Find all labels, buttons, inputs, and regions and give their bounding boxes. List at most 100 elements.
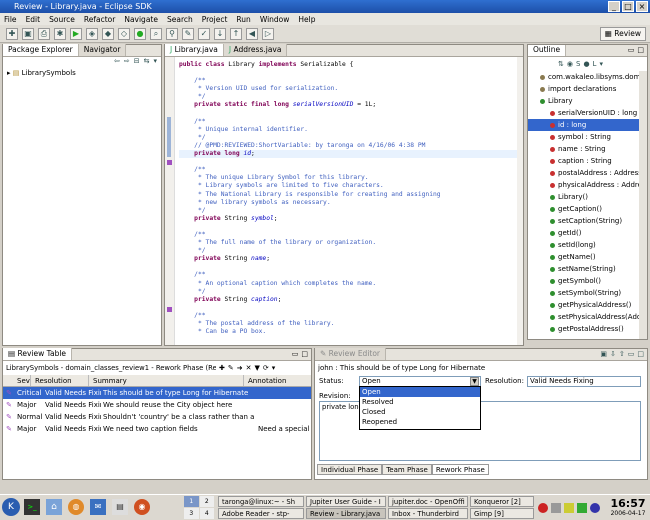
tab-rework-phase[interactable]: Rework Phase [431, 464, 489, 475]
new-class-icon[interactable]: ● [134, 27, 146, 40]
menu-window[interactable]: Window [260, 15, 290, 24]
outline-item[interactable]: caption : String [528, 155, 647, 167]
home-launcher-icon[interactable]: ⌂ [46, 499, 62, 515]
minimize-view-icon[interactable]: ▭ [628, 46, 635, 54]
outline-item[interactable]: getPhysicalAddress() [528, 299, 647, 311]
minimize-button[interactable]: _ [608, 1, 620, 12]
outline-item[interactable]: setId(long) [528, 239, 647, 251]
volume-icon[interactable] [577, 503, 587, 513]
code-line[interactable]: private String caption; [179, 296, 519, 304]
goto-source-icon[interactable]: ➜ [237, 364, 243, 372]
outline-scrollbar[interactable] [639, 71, 647, 339]
menu-edit[interactable]: Edit [26, 15, 41, 24]
code-line[interactable] [179, 158, 519, 166]
tab-review-editor[interactable]: ✎ Review Editor [315, 348, 387, 360]
filter-icon[interactable]: ▼ [255, 364, 260, 372]
link-editor-icon[interactable]: ⇆ [144, 57, 150, 67]
kde-menu-icon[interactable]: K [2, 498, 20, 516]
forward-arrow-icon[interactable]: ⇨ [124, 57, 130, 67]
next-issue-icon[interactable]: ⇩ [610, 350, 616, 358]
code-line[interactable]: */ [179, 134, 519, 142]
battery-icon[interactable] [551, 503, 561, 513]
tab-individual-phase[interactable]: Individual Phase [317, 464, 383, 475]
code-line[interactable]: /** [179, 271, 519, 279]
code-line[interactable]: * The National Library is responsible fo… [179, 191, 519, 199]
task-openoffice[interactable]: jupiter.doc - OpenOffi [388, 496, 468, 507]
outline-item[interactable]: getSymbol() [528, 275, 647, 287]
outline-item[interactable]: Library [528, 95, 647, 107]
code-line[interactable]: private String symbol; [179, 215, 519, 223]
maximize-view-icon[interactable]: □ [301, 350, 308, 358]
workspace-4[interactable]: 4 [199, 508, 214, 519]
debug-icon[interactable]: ✱ [54, 27, 66, 40]
code-line[interactable]: /** [179, 231, 519, 239]
browser2-launcher-icon[interactable]: ◉ [134, 499, 150, 515]
code-line[interactable]: // @PMD:REVIEWED:ShortVariable: by taron… [179, 142, 519, 150]
code-line[interactable] [179, 69, 519, 77]
sort-icon[interactable]: ⇅ [558, 60, 564, 68]
terminal-launcher-icon[interactable]: >_ [24, 499, 40, 515]
code-line[interactable]: /** [179, 312, 519, 320]
column-annotation[interactable]: Annotation [244, 375, 311, 386]
hide-static-icon[interactable]: S [576, 60, 580, 68]
tab-outline[interactable]: Outline [528, 45, 567, 56]
save-review-icon[interactable]: ▣ [600, 350, 607, 358]
code-line[interactable]: * The postal address of the library. [179, 320, 519, 328]
outline-item[interactable]: getName() [528, 251, 647, 263]
delete-issue-icon[interactable]: ✕ [246, 364, 252, 372]
clock[interactable]: 16:57 2006-04-17 [608, 497, 648, 518]
code-line[interactable]: * new library symbols as necessary. [179, 199, 519, 207]
new-java-project-icon[interactable]: ◆ [102, 27, 114, 40]
column-severity[interactable]: Severity [3, 375, 31, 386]
code-line[interactable]: * Unique internal identifier. [179, 126, 519, 134]
task-eclipse-review[interactable]: Review - Library.java [306, 508, 386, 519]
menu-help[interactable]: Help [298, 15, 315, 24]
code-line[interactable]: * Library symbols are limited to five ch… [179, 182, 519, 190]
maximize-view-icon[interactable]: □ [637, 46, 644, 54]
code-line[interactable]: */ [179, 288, 519, 296]
forward-icon[interactable]: ▷ [262, 27, 274, 40]
outline-item[interactable]: symbol : String [528, 131, 647, 143]
status-option-reopened[interactable]: Reopened [360, 417, 480, 427]
outline-item[interactable]: postalAddress : Address [528, 167, 647, 179]
tab-library-java[interactable]: J Library.java [165, 44, 224, 56]
review-marker-icon[interactable] [167, 160, 172, 165]
previous-issue-icon[interactable]: ⇧ [619, 350, 625, 358]
workspace-1[interactable]: 1 [184, 496, 199, 507]
code-line[interactable]: */ [179, 207, 519, 215]
code-line[interactable]: /** [179, 166, 519, 174]
code-line[interactable]: * Version UID used for serialization. [179, 85, 519, 93]
status-option-closed[interactable]: Closed [360, 407, 480, 417]
back-icon[interactable]: ◀ [246, 27, 258, 40]
view-menu-icon[interactable]: ▾ [272, 364, 276, 372]
menu-source[interactable]: Source [49, 15, 75, 24]
task-thunderbird[interactable]: Inbox - Thunderbird [388, 508, 468, 519]
network-icon[interactable] [538, 503, 548, 513]
table-row[interactable]: ✎ Normal Valid Needs Fixin Shouldn't 'count… [3, 411, 311, 423]
annotation-icon[interactable]: ✎ [182, 27, 194, 40]
tab-navigator[interactable]: Navigator [78, 44, 127, 56]
outline-item[interactable]: setPhysicalAddress(Addr [528, 311, 647, 323]
outline-item[interactable]: getId() [528, 227, 647, 239]
code-line[interactable]: * An optional caption which completes th… [179, 280, 519, 288]
maximize-view-icon[interactable]: □ [637, 350, 644, 358]
code-line[interactable] [179, 304, 519, 312]
edit-issue-icon[interactable]: ✎ [228, 364, 234, 372]
menu-project[interactable]: Project [202, 15, 228, 24]
minimize-view-icon[interactable]: ▭ [628, 350, 635, 358]
perspective-review-button[interactable]: ▦ Review [599, 27, 646, 41]
external-tools-icon[interactable]: ◈ [86, 27, 98, 40]
browser-launcher-icon[interactable]: ◍ [68, 499, 84, 515]
menu-file[interactable]: File [4, 15, 17, 24]
back-arrow-icon[interactable]: ⇦ [114, 57, 120, 67]
review-marker-icon[interactable] [167, 307, 172, 312]
menu-run[interactable]: Run [236, 15, 250, 24]
add-issue-icon[interactable]: ✚ [219, 364, 225, 372]
table-row[interactable]: ✎ Critical Valid Needs Fixin This should be… [3, 387, 311, 399]
tree-item-librarysymbols[interactable]: ▸ ▤ LibrarySymbols [3, 67, 161, 79]
view-menu-icon[interactable]: ▾ [599, 60, 603, 68]
update-icon[interactable] [590, 503, 600, 513]
tab-review-table[interactable]: ▤ Review Table [3, 348, 73, 360]
code-line[interactable]: /** [179, 118, 519, 126]
outline-item[interactable]: import declarations [528, 83, 647, 95]
